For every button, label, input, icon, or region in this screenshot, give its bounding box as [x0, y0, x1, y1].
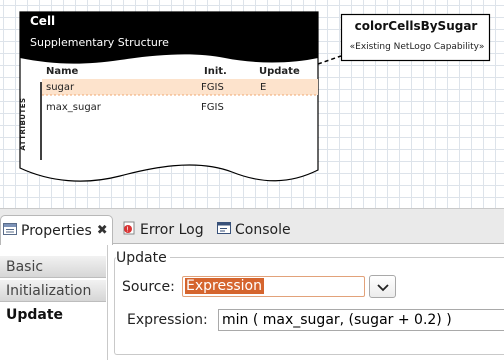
properties-icon: [3, 222, 17, 239]
dependency-connector: [317, 55, 342, 65]
svg-text:!: !: [126, 226, 129, 234]
cell-subtitle: Supplementary Structure: [30, 36, 169, 49]
cell-title[interactable]: Cell: [30, 14, 55, 28]
view-tab-bar: Properties ✖ ! Error Log Console: [0, 208, 504, 245]
source-label: Source:: [122, 279, 175, 295]
tab-properties-label: Properties: [21, 222, 92, 239]
column-header-name: Name: [46, 66, 79, 77]
category-basic[interactable]: Basic: [0, 256, 106, 278]
tab-console-label: Console: [235, 222, 291, 238]
column-header-update: Update: [259, 66, 300, 77]
property-details: Update: [108, 245, 504, 360]
attribute-row-max-sugar-init: FGIS: [201, 102, 224, 113]
tab-properties[interactable]: Properties ✖: [0, 215, 113, 245]
source-dropdown-button[interactable]: [369, 275, 396, 298]
category-update[interactable]: Update: [0, 304, 106, 326]
section-title: Update: [116, 250, 170, 266]
chevron-down-icon: [376, 277, 389, 296]
error-log-icon: !: [122, 221, 136, 239]
attribute-row-max-sugar-name[interactable]: max_sugar: [46, 102, 101, 113]
capability-stereotype: «Existing NetLogo Capability»: [349, 42, 485, 52]
attributes-label: ATTRIBUTES: [19, 97, 27, 151]
expression-label: Expression:: [127, 312, 208, 328]
tab-console[interactable]: Console: [217, 215, 291, 245]
attribute-row-sugar-name[interactable]: sugar: [46, 82, 74, 93]
expression-field[interactable]: min ( max_sugar, (sugar + 0.2) ): [218, 309, 504, 331]
attribute-row-sugar-update: E: [260, 82, 267, 93]
capability-title[interactable]: colorCellsBySugar: [342, 19, 490, 33]
update-section: [114, 257, 504, 355]
column-header-init: Init.: [204, 66, 227, 77]
source-value: Expression: [185, 278, 264, 294]
console-icon: [217, 222, 231, 238]
tab-error-log-label: Error Log: [140, 222, 204, 238]
close-icon[interactable]: ✖: [97, 223, 108, 238]
selected-row-highlight: [42, 79, 318, 95]
category-initialization[interactable]: Initialization: [0, 280, 106, 302]
property-categories: Basic Initialization Update: [0, 245, 108, 360]
tab-error-log[interactable]: ! Error Log: [122, 215, 204, 245]
diagram-canvas[interactable]: Cell Supplementary Structure Name Init. …: [0, 0, 504, 208]
source-combo-field[interactable]: Expression: [182, 276, 365, 297]
attribute-row-sugar-init: FGIS: [201, 82, 224, 93]
